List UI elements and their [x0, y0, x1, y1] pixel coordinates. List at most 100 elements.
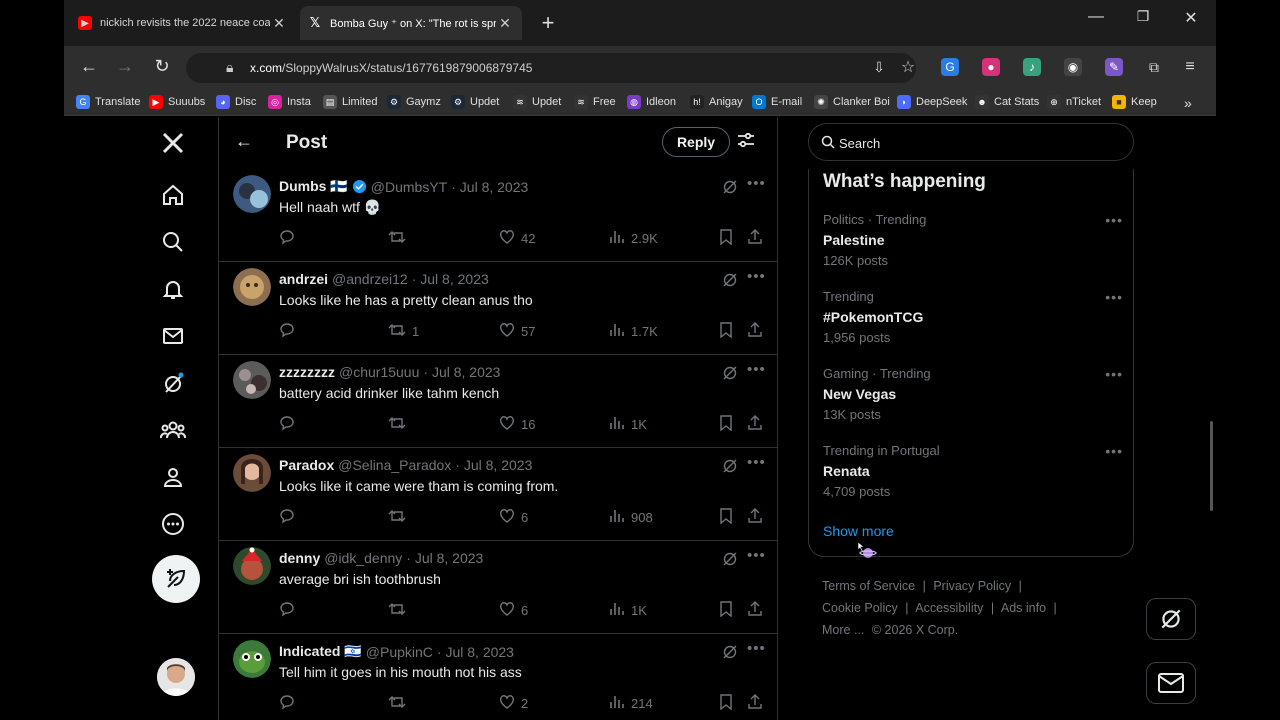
more-options-icon[interactable]: ••• [747, 640, 766, 657]
messages-fab-button[interactable] [1146, 662, 1196, 704]
search-icon[interactable] [158, 227, 188, 257]
accessibility-link[interactable]: Accessibility [915, 601, 983, 615]
close-tab-icon[interactable]: ✕ [496, 15, 514, 32]
privacy-link[interactable]: Privacy Policy [933, 579, 1011, 593]
more-options-icon[interactable]: ••• [1105, 289, 1123, 305]
share-action[interactable] [747, 508, 763, 527]
user-avatar[interactable] [233, 268, 271, 306]
grok-explain-icon[interactable] [722, 179, 738, 200]
more-options-icon[interactable]: ••• [1105, 366, 1123, 382]
extension-translate-icon[interactable]: G [941, 58, 959, 76]
bookmark-updet-2[interactable]: ≋ Updet [513, 95, 561, 109]
share-action[interactable] [747, 415, 763, 434]
reply-settings-icon[interactable] [737, 131, 755, 154]
user-avatar[interactable] [233, 547, 271, 585]
display-name[interactable]: Paradox [279, 457, 334, 473]
bookmark-nticket[interactable]: ⊕ nTicket [1047, 95, 1101, 109]
x-logo-icon[interactable] [158, 128, 188, 158]
share-action[interactable] [747, 229, 763, 248]
display-name[interactable]: denny [279, 550, 320, 566]
bookmark-star-icon[interactable]: ☆ [899, 58, 917, 76]
bookmark-gaymz[interactable]: ⚙ Gaymz [387, 95, 441, 109]
repost-action[interactable] [388, 508, 412, 527]
extension-eyes-icon[interactable]: ◉ [1064, 58, 1082, 76]
views-action[interactable]: 1.7K [609, 322, 658, 340]
bookmark-action[interactable] [719, 508, 733, 527]
messages-icon[interactable] [158, 321, 188, 351]
views-action[interactable]: 1K [609, 601, 647, 619]
user-handle[interactable]: @PupkinC [366, 644, 433, 660]
close-tab-icon[interactable]: ✕ [270, 15, 288, 32]
reply-action[interactable] [279, 322, 301, 341]
address-bar[interactable]: 🔒︎ x.com/SloppyWalrusX/status/1677619879… [186, 53, 916, 83]
bookmark-action[interactable] [719, 694, 733, 713]
user-avatar[interactable] [233, 361, 271, 399]
bookmark-free[interactable]: ≋ Free [574, 95, 616, 109]
grok-explain-icon[interactable] [722, 644, 738, 665]
post-date[interactable]: · Jul 8, 2023 [451, 179, 528, 195]
bookmark-deepseek[interactable]: ◗ DeepSeek [897, 95, 967, 109]
more-options-icon[interactable]: ••• [747, 454, 766, 471]
search-box[interactable]: Search [808, 123, 1134, 161]
reply-tweet[interactable]: Paradox @Selina_Paradox · Jul 8, 2023 Looks… [219, 448, 777, 541]
grok-icon[interactable] [158, 368, 188, 398]
restore-button[interactable]: ❐ [1128, 8, 1158, 25]
bookmark-clanker-boi[interactable]: ✺ Clanker Boi [814, 95, 890, 109]
user-handle[interactable]: @andrzei12 [332, 271, 408, 287]
more-bookmarks-icon[interactable]: » [1184, 95, 1192, 111]
grok-explain-icon[interactable] [722, 458, 738, 479]
repost-action[interactable]: 1 [388, 322, 419, 341]
user-avatar[interactable] [233, 175, 271, 213]
reply-button[interactable]: Reply [662, 127, 730, 157]
share-action[interactable] [747, 322, 763, 341]
home-icon[interactable] [158, 180, 188, 210]
user-handle[interactable]: @Selina_Paradox [338, 457, 451, 473]
notifications-bell-icon[interactable] [158, 274, 188, 304]
show-more-link[interactable]: Show more [823, 523, 894, 539]
reply-action[interactable] [279, 415, 301, 434]
bookmark-updet-1[interactable]: ⚙ Updet [451, 95, 499, 109]
reply-tweet[interactable]: zzzzzzzz @chur15uuu · Jul 8, 2023 battery a… [219, 355, 777, 448]
reply-tweet[interactable]: Dumbs 🇫🇮 @DumbsYT · Jul 8, 2023 Hell naah w… [219, 169, 777, 262]
communities-icon[interactable] [158, 415, 188, 445]
bookmark-action[interactable] [719, 415, 733, 434]
tab-x-post[interactable]: 𝕏 Bomba Guy ⁺ on X: "The rot is spread ✕ [300, 6, 522, 40]
post-date[interactable]: · Jul 8, 2023 [406, 550, 483, 566]
back-arrow-icon[interactable]: ← [235, 131, 253, 152]
bookmark-email[interactable]: O E-mail [752, 95, 802, 109]
share-action[interactable] [747, 601, 763, 620]
trend-item[interactable]: Trending in Portugal Renata 4,709 posts … [823, 443, 1123, 513]
terms-link[interactable]: Terms of Service [822, 579, 915, 593]
display-name[interactable]: andrzei [279, 271, 328, 287]
more-options-icon[interactable]: ••• [747, 547, 766, 564]
views-action[interactable]: 2.9K [609, 229, 658, 247]
bookmark-disc[interactable]: ◕ Disc [216, 95, 256, 109]
display-name[interactable]: Indicated 🇮🇱 [279, 643, 362, 660]
bookmark-limited[interactable]: ▤ Limited [323, 95, 377, 109]
share-action[interactable] [747, 694, 763, 713]
extension-mic-icon[interactable]: ● [982, 58, 1000, 76]
more-options-icon[interactable]: ••• [747, 268, 766, 285]
reply-tweet[interactable]: denny @idk_denny · Jul 8, 2023 average bri … [219, 541, 777, 634]
profile-icon[interactable] [158, 462, 188, 492]
post-date[interactable]: · Jul 8, 2023 [437, 644, 514, 660]
ads-info-link[interactable]: Ads info [1001, 601, 1046, 615]
bookmark-action[interactable] [719, 322, 733, 341]
repost-action[interactable] [388, 601, 412, 620]
tab-youtube[interactable]: ▶ nickich revisits the 2022 neace coachi… [70, 6, 296, 40]
bookmark-cat-stats[interactable]: ☻ Cat Stats [975, 95, 1039, 109]
views-action[interactable]: 1K [609, 415, 647, 433]
extensions-puzzle-icon[interactable]: ⧉ [1145, 58, 1163, 76]
grok-explain-icon[interactable] [722, 272, 738, 293]
install-app-icon[interactable]: ⇩ [870, 58, 888, 76]
extension-music-icon[interactable]: ♪ [1023, 58, 1041, 76]
trend-item[interactable]: Gaming · Trending New Vegas 13K posts ••… [823, 366, 1123, 436]
more-options-icon[interactable]: ••• [747, 175, 766, 192]
more-options-icon[interactable]: ••• [1105, 212, 1123, 228]
minimize-button[interactable]: — [1081, 8, 1111, 26]
user-avatar[interactable] [233, 640, 271, 678]
bookmark-idleon[interactable]: ◍ Idleon [627, 95, 676, 109]
bookmark-keep[interactable]: ■ Keep [1112, 95, 1157, 109]
compose-post-button[interactable] [152, 555, 200, 603]
display-name[interactable]: Dumbs 🇫🇮 [279, 178, 348, 195]
